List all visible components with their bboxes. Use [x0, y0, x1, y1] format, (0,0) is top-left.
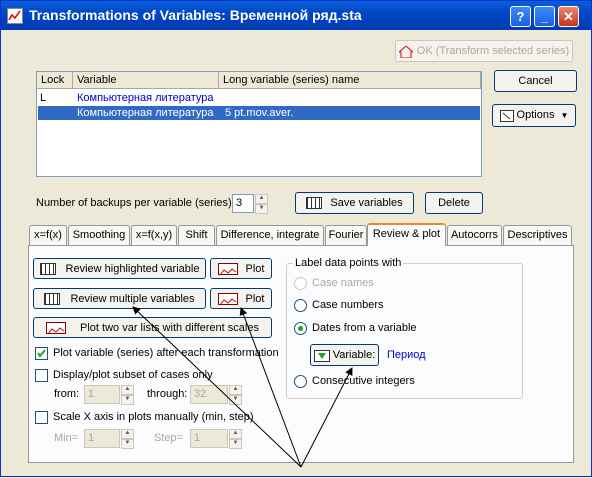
case-numbers-radio[interactable] — [294, 299, 307, 312]
variable-button[interactable]: Variable: — [310, 344, 379, 366]
spin-up-icon[interactable]: ▲ — [229, 429, 242, 439]
plot-highlighted-button[interactable]: Plot — [210, 258, 272, 279]
tab-fourier[interactable]: Fourier — [325, 225, 367, 245]
spin-down-icon[interactable]: ▼ — [229, 439, 242, 449]
scale-x-label: Scale X axis in plots manually (min, ste… — [53, 411, 254, 423]
spin-down-icon[interactable]: ▼ — [121, 395, 134, 405]
save-variables-button[interactable]: Save variables — [295, 192, 414, 214]
plot-two-lists-label: Plot two var lists with different scales — [80, 322, 259, 334]
radio-dot-icon — [298, 326, 303, 331]
plot-two-lists-button[interactable]: Plot two var lists with different scales — [33, 317, 272, 338]
column-header-long-name[interactable]: Long variable (series) name — [219, 72, 481, 89]
tab-difference-integrate[interactable]: Difference, integrate — [216, 225, 324, 245]
checkmark-icon — [37, 349, 46, 358]
spin-up-icon[interactable]: ▲ — [121, 385, 134, 395]
backups-label: Number of backups per variable (series): — [36, 197, 235, 209]
cancel-button[interactable]: Cancel — [494, 70, 577, 92]
variable-cell: Компьютерная литература — [77, 107, 214, 119]
minimize-button[interactable]: _ — [534, 6, 555, 27]
case-numbers-label: Case numbers — [312, 299, 384, 311]
step-input[interactable]: 1 — [190, 429, 228, 448]
tab-autocorrs[interactable]: Autocorrs — [447, 225, 502, 245]
long-name-cell: 5 pt.mov.aver. — [225, 107, 294, 119]
tab-smoothing[interactable]: Smoothing — [68, 225, 130, 245]
window-title: Transformations of Variables: Временной … — [29, 7, 362, 23]
from-input[interactable]: 1 — [84, 385, 120, 404]
tab-xfxy[interactable]: x=f(x,y) — [131, 225, 177, 245]
through-input[interactable]: 32 — [190, 385, 228, 404]
label-group-title: Label data points with — [293, 257, 404, 269]
display-subset-checkbox[interactable] — [35, 369, 48, 382]
lock-cell: L — [40, 92, 47, 104]
options-label: Options — [516, 109, 555, 121]
spreadsheet-icon — [39, 263, 56, 276]
consecutive-integers-label: Consecutive integers — [312, 375, 415, 387]
spin-up-icon[interactable]: ▲ — [255, 194, 268, 204]
dates-from-variable-radio[interactable] — [294, 322, 307, 335]
house-icon — [397, 45, 415, 59]
table-row-selected[interactable]: Компьютерная литература 5 pt.mov.aver. — [38, 106, 480, 120]
options-icon — [499, 109, 514, 123]
options-button[interactable]: Options ▼ — [492, 104, 576, 127]
line-plot-icon — [46, 322, 67, 335]
spreadsheet-icon — [306, 197, 323, 210]
spin-up-icon[interactable]: ▲ — [121, 429, 134, 439]
table-row[interactable]: L Компьютерная литература — [37, 91, 481, 105]
dialog-window: Transformations of Variables: Временной … — [0, 0, 592, 477]
selected-variable-value: Период — [387, 349, 426, 361]
plot-label: Plot — [245, 263, 265, 275]
min-label: Min= — [54, 432, 79, 444]
ok-button-label: OK (Transform selected series) — [416, 45, 570, 57]
close-button[interactable]: ✕ — [558, 6, 579, 27]
column-header-lock[interactable]: Lock — [37, 72, 73, 89]
min-input[interactable]: 1 — [84, 429, 120, 448]
variable-cell: Компьютерная литература — [77, 92, 214, 104]
plot-multiple-button[interactable]: Plot — [210, 288, 272, 309]
spreadsheet-icon — [44, 293, 61, 306]
review-multiple-label: Review multiple variables — [70, 293, 195, 305]
line-plot-icon — [217, 263, 238, 276]
spin-up-icon[interactable]: ▲ — [229, 385, 242, 395]
through-label: through: — [147, 388, 188, 400]
plot-after-each-label: Plot variable (series) after each transf… — [53, 347, 279, 359]
series-table[interactable]: Lock Variable Long variable (series) nam… — [36, 71, 482, 177]
scale-x-checkbox[interactable] — [35, 411, 48, 424]
help-button[interactable]: ? — [510, 6, 531, 27]
spin-down-icon[interactable]: ▼ — [229, 395, 242, 405]
review-highlighted-label: Review highlighted variable — [65, 263, 200, 275]
app-icon — [7, 8, 23, 24]
review-highlighted-button[interactable]: Review highlighted variable — [33, 258, 206, 279]
save-variables-label: Save variables — [330, 197, 403, 209]
spin-down-icon[interactable]: ▼ — [255, 204, 268, 214]
plot-label: Plot — [245, 293, 265, 305]
from-label: from: — [54, 388, 80, 400]
line-plot-icon — [217, 293, 238, 306]
title-bar: Transformations of Variables: Временной … — [1, 1, 591, 30]
dropdown-arrow-icon: ▼ — [560, 111, 569, 120]
case-names-radio[interactable] — [294, 277, 307, 290]
display-subset-label: Display/plot subset of cases only — [53, 369, 213, 381]
step-label: Step= — [154, 432, 184, 444]
case-names-label: Case names — [312, 277, 374, 289]
column-header-variable[interactable]: Variable — [73, 72, 219, 89]
plot-after-each-checkbox[interactable] — [35, 347, 48, 360]
backups-input[interactable]: 3 — [232, 194, 254, 213]
variable-picker-icon — [313, 349, 330, 363]
tab-xfx[interactable]: x=f(x) — [29, 225, 67, 245]
tab-descriptives[interactable]: Descriptives — [503, 225, 572, 245]
delete-button[interactable]: Delete — [425, 192, 483, 214]
ok-button[interactable]: OK (Transform selected series) — [395, 40, 573, 62]
variable-button-label: Variable: — [332, 349, 376, 361]
review-multiple-button[interactable]: Review multiple variables — [33, 288, 206, 309]
tab-shift[interactable]: Shift — [178, 225, 215, 245]
tab-review-plot[interactable]: Review & plot — [367, 223, 446, 246]
spin-down-icon[interactable]: ▼ — [121, 439, 134, 449]
consecutive-integers-radio[interactable] — [294, 375, 307, 388]
dates-from-variable-label: Dates from a variable — [312, 322, 417, 334]
